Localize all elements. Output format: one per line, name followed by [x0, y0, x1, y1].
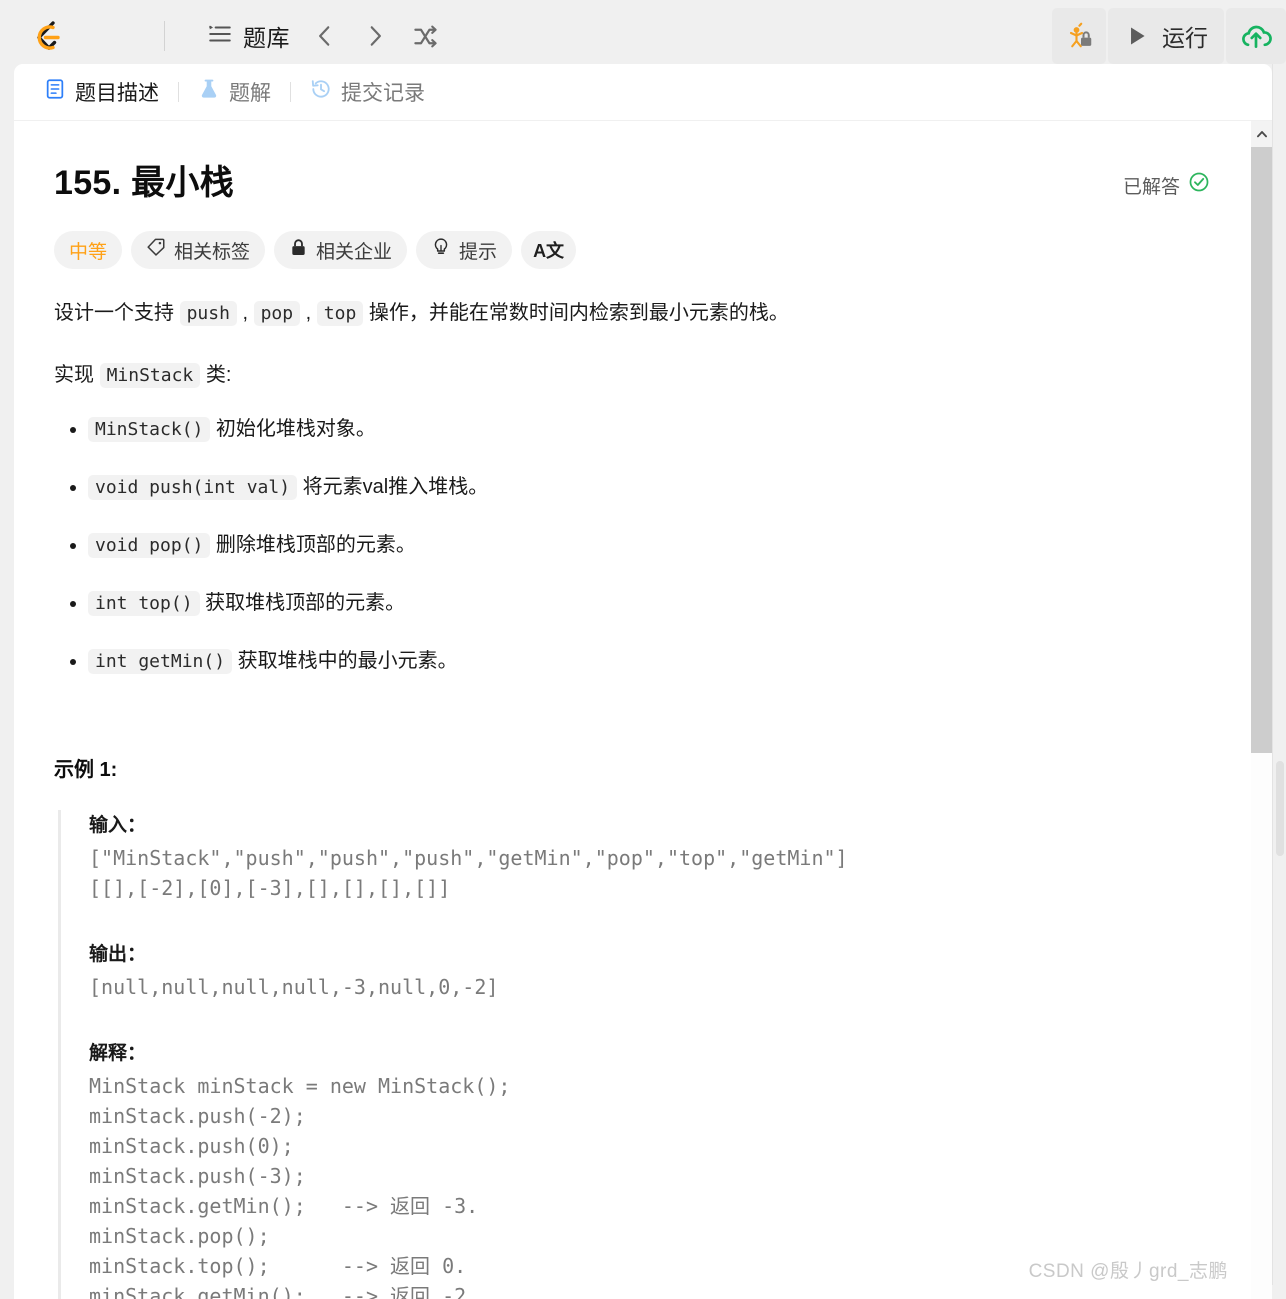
example-input-label: 输入： [89, 815, 147, 836]
method-desc-0: 初始化堆栈对象。 [210, 418, 376, 440]
lightbulb-icon [431, 237, 451, 263]
description-scroll-area[interactable]: 155. 最小栈 已解答 中等 相关标签 相关企业 提示 A文 设计一个支持 p… [14, 121, 1272, 1299]
hint-pill[interactable]: 提示 [416, 231, 513, 269]
prev-problem-button[interactable] [302, 14, 348, 58]
page-scrollbar-thumb[interactable] [1276, 761, 1284, 856]
random-problem-button[interactable] [402, 14, 448, 58]
translate-pill[interactable]: A文 [521, 231, 577, 269]
method-desc-1: 将元素val推入堆栈。 [297, 476, 489, 498]
method-code-0: MinStack() [88, 417, 211, 442]
example-output-label: 输出： [89, 944, 147, 965]
top-header-bar: 题库 运行 [0, 0, 1286, 72]
chevron-up-icon [1256, 131, 1267, 138]
page-scrollbar[interactable] [1272, 64, 1286, 1285]
panel-tabbar: 题目描述 题解 提交记录 [14, 64, 1272, 121]
run-label: 运行 [1162, 25, 1208, 51]
cloud-upload-icon [1242, 25, 1272, 48]
chevron-left-icon [319, 26, 330, 46]
history-icon [310, 78, 332, 106]
debug-lock-icon [1069, 22, 1092, 48]
tab-description[interactable]: 题目描述 [40, 71, 163, 113]
tab-solutions[interactable]: 题解 [194, 71, 275, 113]
hint-label: 提示 [459, 241, 498, 263]
header-action-group: 运行 [1052, 8, 1286, 64]
code-top: top [316, 301, 364, 326]
tag-icon [146, 237, 166, 263]
code-push: push [179, 301, 237, 326]
method-code-1: void push(int val) [88, 475, 298, 500]
intro-sep-2: , [300, 302, 317, 324]
intro-text-part1: 设计一个支持 [54, 302, 180, 324]
method-code-4: int getMin() [88, 649, 233, 674]
submit-button[interactable] [1226, 8, 1286, 64]
intro-text-part2: 操作，并能在常数时间内检索到最小元素的栈。 [363, 302, 789, 324]
list-item: MinStack() 初始化堆栈对象。 [88, 415, 1210, 443]
shuffle-icon [413, 25, 437, 47]
companies-label: 相关企业 [316, 241, 393, 263]
tab-submissions-label: 提交记录 [341, 82, 425, 105]
implement-prefix: 实现 [54, 364, 100, 386]
chevron-right-icon [370, 26, 381, 46]
example-block: 输入： ["MinStack","push","push","push","ge… [58, 810, 1210, 1299]
method-desc-3: 获取堆栈顶部的元素。 [199, 592, 406, 614]
code-pop: pop [253, 301, 301, 326]
topics-label: 相关标签 [174, 241, 251, 263]
scrollbar-track[interactable] [1251, 147, 1272, 1299]
implement-paragraph: 实现 MinStack 类: [54, 358, 1210, 393]
lock-icon [1081, 31, 1092, 46]
leetcode-logo[interactable] [26, 15, 68, 57]
next-problem-button[interactable] [352, 14, 398, 58]
solved-label: 已解答 [1122, 176, 1180, 198]
method-desc-2: 删除堆栈顶部的元素。 [210, 534, 416, 556]
scrollbar-thumb[interactable] [1251, 147, 1272, 753]
tab-divider-2 [290, 82, 291, 102]
description-icon [44, 78, 66, 106]
title-row: 155. 最小栈 已解答 [54, 155, 1210, 204]
difficulty-pill[interactable]: 中等 [54, 231, 123, 269]
lock-icon [289, 238, 308, 263]
example-input-code: ["MinStack","push","push","push","getMin… [89, 846, 848, 900]
page-title: 155. 最小栈 [54, 164, 235, 202]
intro-sep-1: , [236, 302, 254, 324]
problem-intro-paragraph: 设计一个支持 push , pop , top 操作，并能在常数时间内检索到最小… [54, 296, 1210, 331]
method-code-3: int top() [88, 591, 200, 616]
description-content: 155. 最小栈 已解答 中等 相关标签 相关企业 提示 A文 设计一个支持 p… [14, 121, 1250, 1299]
list-item: int top() 获取堆栈顶部的元素。 [88, 589, 1210, 617]
example-explanation-label: 解释： [89, 1043, 147, 1064]
problem-set-button[interactable]: 题库 [199, 13, 298, 59]
attribute-pill-row: 中等 相关标签 相关企业 提示 A文 [54, 231, 1210, 269]
header-divider [164, 21, 165, 51]
tab-description-label: 题目描述 [75, 82, 159, 105]
scrollbar-up-button[interactable] [1251, 121, 1272, 147]
example-explanation-code: MinStack minStack = new MinStack(); minS… [89, 1074, 511, 1299]
implement-suffix: 类: [200, 364, 232, 386]
debug-button[interactable] [1052, 8, 1106, 64]
method-desc-4: 获取堆栈中的最小元素。 [232, 650, 458, 672]
list-item: void pop() 删除堆栈顶部的元素。 [88, 531, 1210, 559]
tab-divider-1 [178, 82, 179, 102]
run-button[interactable]: 运行 [1108, 8, 1224, 64]
topics-pill[interactable]: 相关标签 [131, 231, 266, 269]
status-badge[interactable]: 已解答 [1123, 171, 1210, 199]
difficulty-label: 中等 [69, 241, 108, 263]
translate-icon: A文 [533, 241, 565, 261]
description-scrollbar[interactable] [1251, 121, 1272, 1299]
flask-icon [198, 78, 220, 106]
header-nav-group: 题库 [199, 13, 448, 59]
check-circle-icon [1188, 171, 1210, 199]
list-item: int getMin() 获取堆栈中的最小元素。 [88, 647, 1210, 675]
tab-submissions[interactable]: 提交记录 [306, 71, 429, 113]
tab-solutions-label: 题解 [229, 82, 271, 105]
example-heading: 示例 1: [54, 759, 118, 781]
method-code-2: void pop() [88, 533, 211, 558]
play-icon [1131, 27, 1145, 45]
companies-pill[interactable]: 相关企业 [274, 231, 408, 269]
list-item: void push(int val) 将元素val推入堆栈。 [88, 473, 1210, 501]
code-minstack-class: MinStack [99, 363, 201, 388]
method-list: MinStack() 初始化堆栈对象。 void push(int val) 将… [54, 415, 1210, 675]
problem-set-label: 题库 [243, 25, 290, 51]
example-output-code: [null,null,null,null,-3,null,0,-2] [89, 975, 499, 999]
list-icon [207, 21, 233, 52]
problem-panel: 题目描述 题解 提交记录 155. 最小栈 已解答 中等 相关标签 相关企业 提… [14, 64, 1272, 1299]
